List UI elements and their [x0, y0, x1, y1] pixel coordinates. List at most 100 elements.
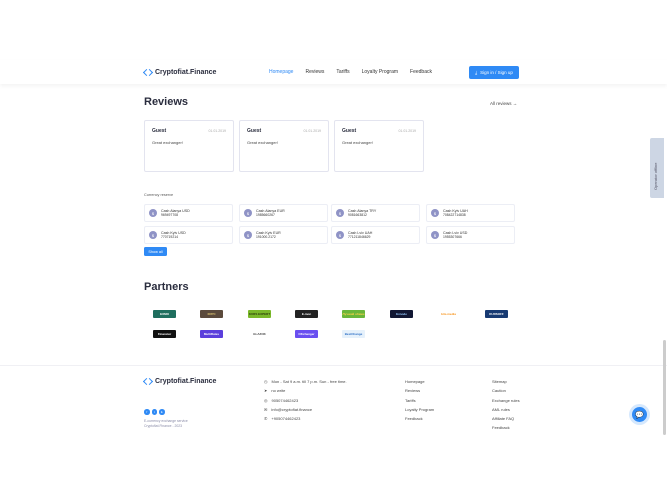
logo-icon [144, 68, 152, 76]
social-links: f t ➤ [144, 409, 165, 415]
mail-icon: ✉ [264, 406, 268, 412]
nav-homepage[interactable]: Homepage [269, 69, 293, 75]
footer-link[interactable]: Reviews [405, 386, 434, 395]
nav-loyalty[interactable]: Loyalty Program [362, 69, 398, 75]
currency-icon: $ [336, 231, 344, 239]
review-text: Great exchanger! [247, 140, 278, 145]
reserve-item: $ Cash Lviv UAH 771211846629 [331, 226, 420, 244]
footer-link[interactable]: Feedback [405, 414, 434, 423]
operator-status-text: Operator offline [653, 162, 658, 191]
footer-info: Sitemap Caution Exchange rules AML rules Aff… [492, 377, 520, 433]
footer-logo[interactable]: Cryptofiat.Finance [144, 377, 216, 385]
partner-logo[interactable]: KURS EXPERT [248, 310, 271, 318]
partner-logo[interactable]: Лучший обмен [342, 310, 365, 318]
main-nav: Homepage Reviews Tariffs Loyalty Program… [269, 69, 432, 75]
copyright-line: Cryptofiat.Finance - 2023 [144, 424, 183, 428]
partner-logo[interactable]: GLAZOK [248, 330, 271, 338]
telegram-icon[interactable]: ➤ [159, 409, 165, 415]
chat-button[interactable]: 💬 [632, 407, 647, 422]
nav-reviews[interactable]: Reviews [305, 69, 324, 75]
reserve-amount: 708422714838 [443, 213, 466, 217]
contact-viber[interactable]: 905074462423 [272, 396, 299, 405]
footer-link[interactable]: Affiliate FAQ [492, 414, 520, 423]
reviews-title: Reviews [144, 96, 189, 108]
review-text: Great exchanger! [152, 140, 183, 145]
footer-link[interactable]: Exchange rules [492, 396, 520, 405]
footer-link[interactable]: AML rules [492, 405, 520, 414]
reserve-item: $ Cash Kyiv UAH 708422714838 [426, 204, 515, 222]
footer-link[interactable]: Tariffs [405, 396, 434, 405]
user-icon: ⤓ [475, 70, 478, 75]
review-date: 01.01.2019 [303, 129, 321, 133]
reserve-amount: 770719214 [161, 235, 178, 239]
currency-icon: $ [431, 231, 439, 239]
twitter-icon[interactable]: t [151, 409, 157, 415]
review-card: Guest 01.01.2019 Great exchanger! [334, 120, 424, 172]
footer-brand: Cryptofiat.Finance [155, 377, 217, 385]
review-card: Guest 01.01.2019 Great exchanger! [239, 120, 329, 172]
currency-reserve-label: Currency reserve [144, 193, 174, 197]
viber-icon: ◎ [264, 397, 268, 403]
reserve-item: $ Cash Alanya USD 969497708 [144, 204, 233, 222]
sign-in-label: Sign in / Sign up [480, 70, 513, 75]
partner-logo[interactable]: bits.media [437, 310, 460, 318]
reserve-item: $ Cash Lviv USD 1955307666 [426, 226, 515, 244]
reserve-amount: 1985660267 [256, 213, 275, 217]
partner-logo[interactable]: Exnode [390, 310, 413, 318]
footer-link[interactable]: Loyalty Program [405, 405, 434, 414]
partners-title: Partners [144, 281, 189, 293]
show-all-button[interactable]: Show all [144, 247, 167, 256]
currency-icon: $ [244, 209, 252, 217]
all-reviews-link[interactable]: All reviews → [490, 101, 517, 106]
footer-link[interactable]: Caution [492, 386, 520, 395]
brand-logo[interactable]: Cryptofiat.Finance [144, 68, 216, 76]
reserve-item: $ Cash Alanya EUR 1985660267 [239, 204, 328, 222]
sign-in-button[interactable]: ⤓ Sign in / Sign up [469, 66, 519, 79]
reserve-item: $ Cash Kyiv USD 770719214 [144, 226, 233, 244]
currency-icon: $ [336, 209, 344, 217]
footer-link[interactable]: Homepage [405, 377, 434, 386]
footer-link[interactable]: Feedback [492, 423, 520, 432]
chat-icon: 💬 [635, 411, 644, 419]
partner-logo[interactable]: XRPC [200, 310, 223, 318]
partner-logo[interactable]: Financier [153, 330, 176, 338]
footer-nav: Homepage Reviews Tariffs Loyalty Program Fee… [405, 377, 434, 423]
currency-icon: $ [149, 231, 157, 239]
phone-icon: ✆ [264, 416, 268, 422]
footer-link[interactable]: Sitemap [492, 377, 520, 386]
facebook-icon[interactable]: f [144, 409, 150, 415]
partner-logo[interactable]: E-mon [295, 310, 318, 318]
partner-logo[interactable]: MultiRates [200, 330, 223, 338]
currency-icon: $ [149, 209, 157, 217]
nav-tariffs[interactable]: Tariffs [336, 69, 349, 75]
operator-status-tab[interactable]: Operator offline [650, 138, 664, 198]
contact-email[interactable]: info@cryptofiat.finance [271, 405, 312, 414]
copyright: E-currency exchange service Cryptofiat.Fi… [144, 419, 188, 429]
partner-logo[interactable]: OKchanger [295, 330, 318, 338]
partner-logo[interactable]: BestChange [342, 330, 365, 338]
nav-feedback[interactable]: Feedback [410, 69, 432, 75]
review-text: Great exchanger! [342, 140, 373, 145]
review-card: Guest 01.01.2019 Great exchanger! [144, 120, 234, 172]
currency-icon: $ [244, 231, 252, 239]
scrollbar[interactable] [663, 340, 666, 435]
footer-contacts: ◷ Mon - Sat 9 a.m. till 7 p.m. Sun - free… [264, 377, 347, 423]
reserve-item: $ Cash Alanya TRY 9081663812 [331, 204, 420, 222]
reserve-item: $ Cash Kyiv EUR 191000.2172 [239, 226, 328, 244]
reserve-amount: 771211846629 [348, 235, 371, 239]
reserve-amount: 1955307666 [443, 235, 462, 239]
logo-icon [144, 377, 152, 385]
contact-hours: Mon - Sat 9 a.m. till 7 p.m. Sun - free … [271, 379, 347, 384]
contact-telegram[interactable]: no write [271, 386, 285, 395]
partner-logo[interactable]: KURSOFF [485, 310, 508, 318]
reserve-amount: 9081663812 [348, 213, 367, 217]
review-date: 01.01.2019 [208, 129, 226, 133]
reserve-amount: 969497708 [161, 213, 178, 217]
telegram-icon: ➤ [264, 388, 268, 394]
currency-icon: $ [431, 209, 439, 217]
partner-logo[interactable]: EXMO [153, 310, 176, 318]
brand-name: Cryptofiat.Finance [155, 68, 217, 76]
clock-icon: ◷ [264, 379, 268, 384]
contact-phone[interactable]: +905074462423 [271, 414, 300, 423]
reserve-amount: 191000.2172 [256, 235, 276, 239]
